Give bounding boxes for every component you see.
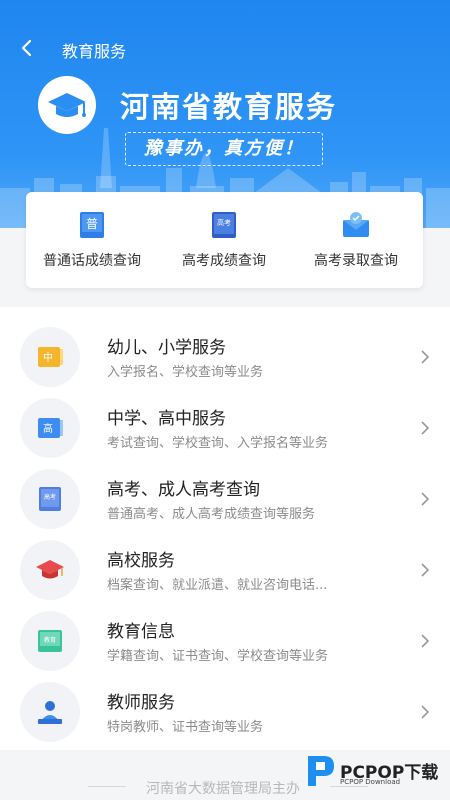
svg-text:高: 高 bbox=[43, 422, 53, 435]
quick-link-label: 普通话成绩查询 bbox=[43, 253, 141, 269]
pcpop-logo-icon bbox=[308, 756, 334, 786]
graduation-cap-icon bbox=[20, 540, 80, 600]
svg-text:高考: 高考 bbox=[217, 218, 231, 227]
info-book-icon: 教育 bbox=[20, 611, 80, 671]
quick-link-label: 高考录取查询 bbox=[314, 253, 398, 269]
graduation-cap-icon bbox=[38, 76, 96, 134]
service-list: 中 幼儿、小学服务 入学报名、学校查询等业务 高 中学、高中服务 考试查询、学校… bbox=[0, 307, 450, 750]
svg-text:普: 普 bbox=[86, 217, 98, 231]
list-item-university[interactable]: 高校服务 档案查询、就业派遣、就业咨询电话... bbox=[0, 534, 450, 604]
watermark-sub: PCPOP Download bbox=[340, 778, 401, 786]
back-arrow-icon[interactable] bbox=[16, 36, 40, 60]
list-item-subtitle: 特岗教师、证书查询等业务 bbox=[107, 720, 264, 735]
quick-link-mandarin-score[interactable]: 普 普通话成绩查询 bbox=[26, 210, 158, 280]
banner-title: 河南省教育服务 bbox=[120, 90, 338, 124]
chevron-right-icon bbox=[421, 350, 430, 364]
list-item-title: 教育信息 bbox=[107, 622, 175, 642]
envelope-check-icon bbox=[343, 212, 369, 237]
list-item-gaokao[interactable]: 高考 高考、成人高考查询 普通高考、成人高考成绩查询等服务 bbox=[0, 463, 450, 533]
list-item-education-info[interactable]: 教育 教育信息 学籍查询、证书查询、学校查询等业务 bbox=[0, 605, 450, 675]
list-item-title: 高校服务 bbox=[107, 551, 175, 571]
watermark: PCPOP下载 PCPOP Download bbox=[304, 750, 450, 790]
svg-text:中: 中 bbox=[43, 351, 53, 364]
quick-links-card: 普 普通话成绩查询 高考 高考成绩查询 高考录取查询 bbox=[26, 192, 423, 288]
chevron-right-icon bbox=[421, 705, 430, 719]
quick-link-gaokao-admission[interactable]: 高考录取查询 bbox=[290, 210, 422, 280]
list-item-subtitle: 普通高考、成人高考成绩查询等服务 bbox=[107, 507, 316, 522]
list-item-subtitle: 考试查询、学校查询、入学报名等业务 bbox=[107, 436, 329, 451]
list-item-subtitle: 学籍查询、证书查询、学校查询等业务 bbox=[107, 649, 329, 664]
teacher-icon bbox=[20, 682, 80, 742]
exam-book-icon: 高考 bbox=[212, 212, 236, 238]
chevron-right-icon bbox=[421, 421, 430, 435]
svg-text:高考: 高考 bbox=[44, 493, 56, 501]
high-school-icon: 高 bbox=[20, 398, 80, 458]
quick-link-label: 高考成绩查询 bbox=[182, 253, 266, 269]
primary-school-icon: 中 bbox=[20, 327, 80, 387]
list-item-title: 幼儿、小学服务 bbox=[107, 338, 226, 358]
quick-link-gaokao-score[interactable]: 高考 高考成绩查询 bbox=[158, 210, 290, 280]
chevron-right-icon bbox=[421, 634, 430, 648]
list-item-teacher[interactable]: 教师服务 特岗教师、证书查询等业务 bbox=[0, 676, 450, 746]
banner-slogan: 豫事办，真方便！ bbox=[125, 132, 323, 166]
list-item-primary-school[interactable]: 中 幼儿、小学服务 入学报名、学校查询等业务 bbox=[0, 321, 450, 391]
list-item-title: 中学、高中服务 bbox=[107, 409, 226, 429]
chevron-right-icon bbox=[421, 492, 430, 506]
exam-book-icon: 高考 bbox=[20, 469, 80, 529]
list-item-high-school[interactable]: 高 中学、高中服务 考试查询、学校查询、入学报名等业务 bbox=[0, 392, 450, 462]
list-item-subtitle: 档案查询、就业派遣、就业咨询电话... bbox=[107, 578, 328, 593]
list-item-title: 教师服务 bbox=[107, 693, 175, 713]
top-nav: 教育服务 bbox=[0, 28, 450, 68]
nav-title: 教育服务 bbox=[62, 42, 127, 61]
list-item-subtitle: 入学报名、学校查询等业务 bbox=[107, 365, 264, 380]
chevron-right-icon bbox=[421, 563, 430, 577]
list-item-title: 高考、成人高考查询 bbox=[107, 480, 260, 500]
mandarin-book-icon: 普 bbox=[80, 212, 104, 238]
svg-text:教育: 教育 bbox=[44, 636, 56, 644]
